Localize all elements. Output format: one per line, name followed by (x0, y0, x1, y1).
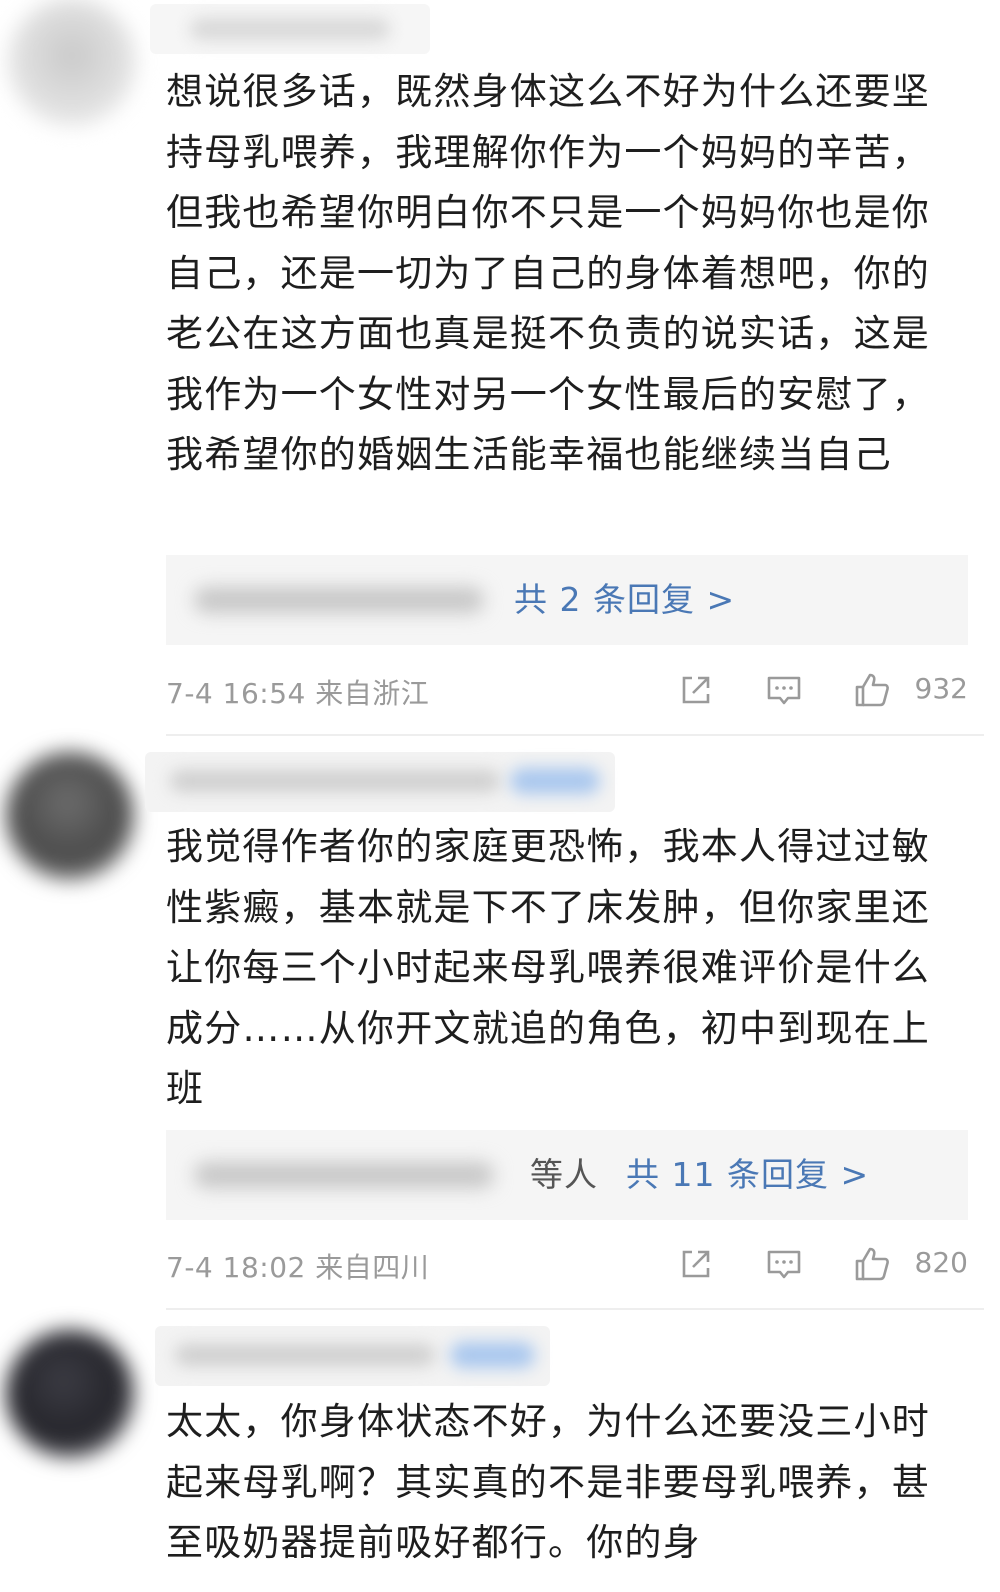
reply-users-blurred (194, 587, 484, 613)
reply-users-blurred (194, 1162, 494, 1188)
share-icon[interactable] (676, 1244, 716, 1284)
comment-text: 我觉得作者你的家庭更恐怖，我本人得过过敏性紫癜，基本就是下不了床发肿，但你家里还… (166, 825, 930, 1110)
like-count: 820 (914, 1246, 968, 1279)
comment-meta: 7-4 18:02 来自四川 820 (166, 1242, 968, 1286)
like-icon[interactable] (852, 1244, 892, 1284)
reply-count-link[interactable]: 共 2 条回复 > (514, 579, 735, 621)
username-blurred[interactable] (155, 1326, 550, 1386)
share-icon[interactable] (676, 670, 716, 710)
avatar[interactable] (6, 1330, 134, 1458)
reply-count-link[interactable]: 共 11 条回复 > (626, 1154, 869, 1196)
avatar[interactable] (8, 0, 136, 126)
comment-icon[interactable] (764, 670, 804, 710)
username-blurred[interactable] (150, 4, 430, 54)
comment-text: 太太，你身体状态不好，为什么还要没三小时起来母乳啊？其实真的不是非要母乳喂养，甚… (166, 1400, 930, 1564)
divider (166, 734, 984, 736)
reply-others-label: 等人 (530, 1155, 598, 1194)
comment-text: 想说很多话，既然身体这么不好为什么还要坚持母乳喂养，我理解你作为一个妈妈的辛苦，… (166, 70, 930, 476)
comment-meta: 7-4 16:54 来自浙江 932 (166, 668, 968, 712)
avatar[interactable] (6, 752, 134, 880)
timestamp-location: 7-4 18:02 来自四川 (166, 1251, 430, 1284)
timestamp-location: 7-4 16:54 来自浙江 (166, 677, 430, 710)
like-count: 932 (914, 672, 968, 705)
like-icon[interactable] (852, 670, 892, 710)
comment-icon[interactable] (764, 1244, 804, 1284)
divider (166, 1308, 984, 1310)
reply-preview[interactable]: 等人 共 11 条回复 > (166, 1130, 968, 1220)
username-blurred[interactable] (145, 752, 615, 812)
reply-preview[interactable]: 共 2 条回复 > (166, 555, 968, 645)
